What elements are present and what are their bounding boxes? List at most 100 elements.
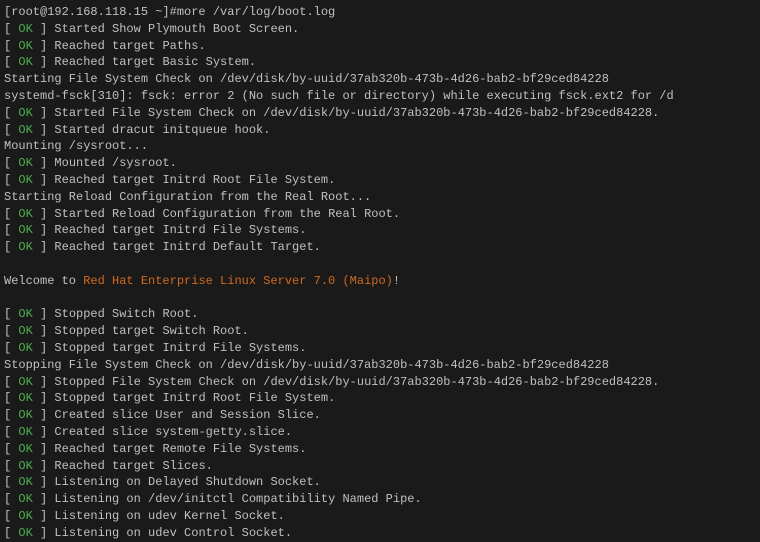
bracket-close: ] xyxy=(33,459,55,473)
bracket-close: ] xyxy=(33,375,55,389)
status-ok: OK xyxy=(18,22,32,36)
status-ok: OK xyxy=(18,375,32,389)
log-message: Reached target Paths. xyxy=(54,39,205,53)
log-line: [ OK ] Stopped Switch Root. xyxy=(4,306,756,323)
log-line: [ OK ] Reached target Basic System. xyxy=(4,54,756,71)
log-line: [ OK ] Reached target Initrd Root File S… xyxy=(4,172,756,189)
log-line: [ OK ] Stopped target Initrd File System… xyxy=(4,340,756,357)
log-message: Listening on /dev/initctl Compatibility … xyxy=(54,492,421,506)
bracket-close: ] xyxy=(33,223,55,237)
bracket-close: ] xyxy=(33,391,55,405)
log-message: Created slice User and Session Slice. xyxy=(54,408,320,422)
log-line: [ OK ] Reached target Initrd Default Tar… xyxy=(4,239,756,256)
log-line: Starting File System Check on /dev/disk/… xyxy=(4,71,756,88)
log-message: Reached target Initrd Root File System. xyxy=(54,173,335,187)
bracket-close: ] xyxy=(33,475,55,489)
status-ok: OK xyxy=(18,509,32,523)
status-ok: OK xyxy=(18,341,32,355)
bracket-open: [ xyxy=(4,408,18,422)
bracket-open: [ xyxy=(4,442,18,456)
bracket-open: [ xyxy=(4,223,18,237)
bracket-close: ] xyxy=(33,324,55,338)
log-line: [ OK ] Listening on udev Control Socket. xyxy=(4,525,756,542)
bracket-open: [ xyxy=(4,509,18,523)
log-message: Stopped target Switch Root. xyxy=(54,324,248,338)
bracket-close: ] xyxy=(33,39,55,53)
log-line: [ OK ] Created slice User and Session Sl… xyxy=(4,407,756,424)
status-ok: OK xyxy=(18,39,32,53)
bracket-open: [ xyxy=(4,173,18,187)
status-ok: OK xyxy=(18,156,32,170)
bracket-open: [ xyxy=(4,526,18,540)
log-line: Mounting /sysroot... xyxy=(4,138,756,155)
log-line: [ OK ] Created slice system-getty.slice. xyxy=(4,424,756,441)
log-message: Stopped File System Check on /dev/disk/b… xyxy=(54,375,659,389)
bracket-close: ] xyxy=(33,442,55,456)
bracket-open: [ xyxy=(4,375,18,389)
status-ok: OK xyxy=(18,307,32,321)
log-line: [ OK ] Started Reload Configuration from… xyxy=(4,206,756,223)
log-message: Stopping File System Check on /dev/disk/… xyxy=(4,358,609,372)
log-message: Reached target Initrd File Systems. xyxy=(54,223,306,237)
log-line: [ OK ] Reached target Slices. xyxy=(4,458,756,475)
status-ok: OK xyxy=(18,173,32,187)
bracket-close: ] xyxy=(33,408,55,422)
log-line: Stopping File System Check on /dev/disk/… xyxy=(4,357,756,374)
welcome-line: Welcome to Red Hat Enterprise Linux Serv… xyxy=(4,273,756,290)
status-ok: OK xyxy=(18,526,32,540)
status-ok: OK xyxy=(18,459,32,473)
log-message: Listening on udev Control Socket. xyxy=(54,526,292,540)
status-ok: OK xyxy=(18,408,32,422)
status-ok: OK xyxy=(18,442,32,456)
status-ok: OK xyxy=(18,492,32,506)
log-message: Stopped target Initrd Root File System. xyxy=(54,391,335,405)
log-line: [ OK ] Listening on udev Kernel Socket. xyxy=(4,508,756,525)
bracket-close: ] xyxy=(33,341,55,355)
bracket-open: [ xyxy=(4,207,18,221)
log-line: [ OK ] Stopped target Switch Root. xyxy=(4,323,756,340)
status-ok: OK xyxy=(18,425,32,439)
log-message: Stopped target Initrd File Systems. xyxy=(54,341,306,355)
log-message: Reached target Basic System. xyxy=(54,55,256,69)
bracket-close: ] xyxy=(33,492,55,506)
log-message: Stopped Switch Root. xyxy=(54,307,198,321)
bracket-close: ] xyxy=(33,106,55,120)
status-ok: OK xyxy=(18,391,32,405)
bracket-close: ] xyxy=(33,425,55,439)
status-ok: OK xyxy=(18,106,32,120)
bracket-open: [ xyxy=(4,492,18,506)
log-message: Started dracut initqueue hook. xyxy=(54,123,270,137)
bracket-open: [ xyxy=(4,459,18,473)
log-line: [ OK ] Reached target Paths. xyxy=(4,38,756,55)
log-message: Mounting /sysroot... xyxy=(4,139,148,153)
bracket-open: [ xyxy=(4,156,18,170)
log-message: Mounted /sysroot. xyxy=(54,156,176,170)
log-message: Reached target Initrd Default Target. xyxy=(54,240,320,254)
shell-prompt: [root@192.168.118.15 ~]#more /var/log/bo… xyxy=(4,4,756,21)
bracket-open: [ xyxy=(4,22,18,36)
log-message: Reached target Slices. xyxy=(54,459,212,473)
log-line: [ OK ] Stopped target Initrd Root File S… xyxy=(4,390,756,407)
bracket-close: ] xyxy=(33,173,55,187)
status-ok: OK xyxy=(18,324,32,338)
log-message: Listening on Delayed Shutdown Socket. xyxy=(54,475,320,489)
bracket-open: [ xyxy=(4,106,18,120)
log-message: Started Reload Configuration from the Re… xyxy=(54,207,400,221)
status-ok: OK xyxy=(18,55,32,69)
bracket-open: [ xyxy=(4,240,18,254)
bracket-open: [ xyxy=(4,123,18,137)
bracket-open: [ xyxy=(4,425,18,439)
log-message: Starting File System Check on /dev/disk/… xyxy=(4,72,609,86)
welcome-suffix: ! xyxy=(393,274,400,288)
log-line: [ OK ] Mounted /sysroot. xyxy=(4,155,756,172)
log-line: [ OK ] Listening on Delayed Shutdown Soc… xyxy=(4,474,756,491)
bracket-close: ] xyxy=(33,307,55,321)
log-message: Created slice system-getty.slice. xyxy=(54,425,292,439)
log-message: Listening on udev Kernel Socket. xyxy=(54,509,284,523)
bracket-close: ] xyxy=(33,526,55,540)
log-message: Starting Reload Configuration from the R… xyxy=(4,190,371,204)
bracket-close: ] xyxy=(33,207,55,221)
bracket-close: ] xyxy=(33,22,55,36)
status-ok: OK xyxy=(18,475,32,489)
status-ok: OK xyxy=(18,123,32,137)
